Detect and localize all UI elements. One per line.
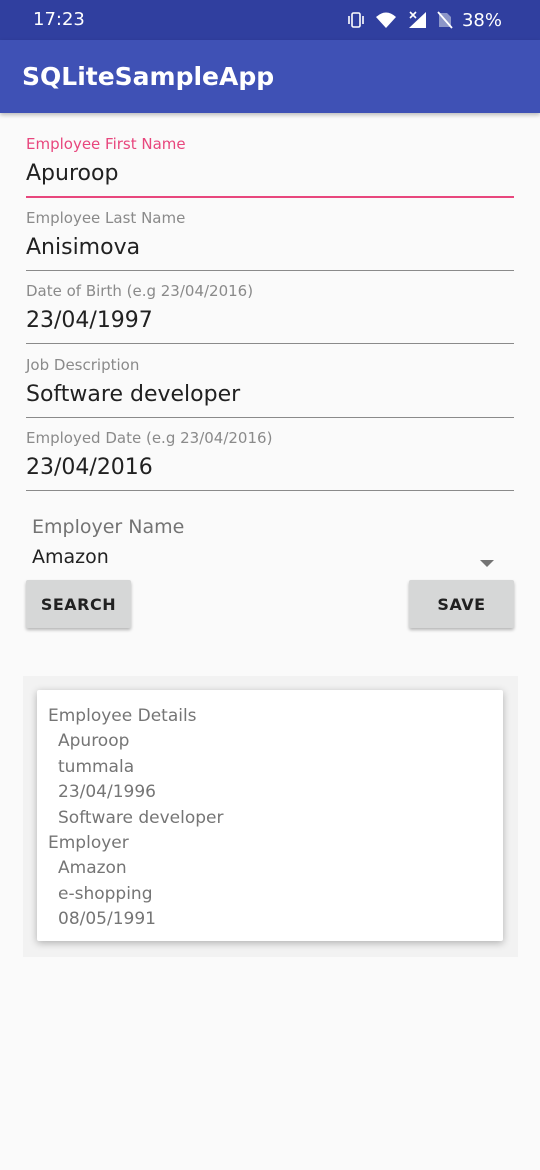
dob-underline [26,343,514,344]
first-name-field[interactable]: Employee First Name Apuroop [26,135,514,198]
employer-name-label: Employer Name [32,516,185,538]
employer-header: Employer [48,832,129,853]
employee-details-header: Employee Details [48,706,197,726]
result-employer-name: Amazon [58,858,127,879]
first-name-input[interactable]: Apuroop [26,161,514,186]
battery-percent: 38% [461,9,502,31]
job-description-field[interactable]: Job Description Software developer [26,356,514,418]
result-first-name: Apuroop [58,731,130,752]
result-last-name: tummala [58,756,135,777]
results-text: Employee Details Apuroop tummala 23/04/1… [48,704,223,933]
employed-date-underline [26,490,514,491]
save-button[interactable]: SAVE [409,580,514,628]
result-employer-date: 08/05/1991 [58,909,156,930]
last-name-input[interactable]: Anisimova [26,235,514,260]
last-name-field[interactable]: Employee Last Name Anisimova [26,209,514,271]
dob-input[interactable]: 23/04/1997 [26,308,514,333]
search-button[interactable]: SEARCH [26,580,131,628]
result-employer-type: e-shopping [58,883,153,904]
dob-label: Date of Birth (e.g 23/04/2016) [26,282,254,300]
employed-date-field[interactable]: Employed Date (e.g 23/04/2016) 23/04/201… [26,429,514,491]
status-bar: 17:23 38% [0,0,540,40]
employed-date-input[interactable]: 23/04/2016 [26,455,514,480]
wifi-icon [375,11,397,29]
first-name-label: Employee First Name [26,135,186,153]
app-title: SQLiteSampleApp [22,62,275,91]
dropdown-arrow-icon[interactable] [480,553,494,572]
last-name-underline [26,270,514,271]
result-dob: 23/04/1996 [58,782,156,803]
status-icons: 38% [337,8,502,32]
first-name-underline [26,196,514,198]
job-description-label: Job Description [26,356,140,374]
status-time: 17:23 [33,9,85,30]
job-description-underline [26,417,514,418]
employed-date-label: Employed Date (e.g 23/04/2016) [26,429,273,447]
app-bar: SQLiteSampleApp [0,40,540,113]
job-description-input[interactable]: Software developer [26,382,514,407]
vibrate-icon [347,11,365,29]
last-name-label: Employee Last Name [26,209,186,227]
results-card: Employee Details Apuroop tummala 23/04/1… [37,690,503,941]
employer-spinner[interactable]: Amazon [26,542,514,574]
cell-signal-icon [407,11,427,29]
no-sim-icon [437,11,453,29]
result-job: Software developer [58,807,224,828]
dob-field[interactable]: Date of Birth (e.g 23/04/2016) 23/04/199… [26,282,514,344]
employer-selected-value: Amazon [32,546,109,568]
